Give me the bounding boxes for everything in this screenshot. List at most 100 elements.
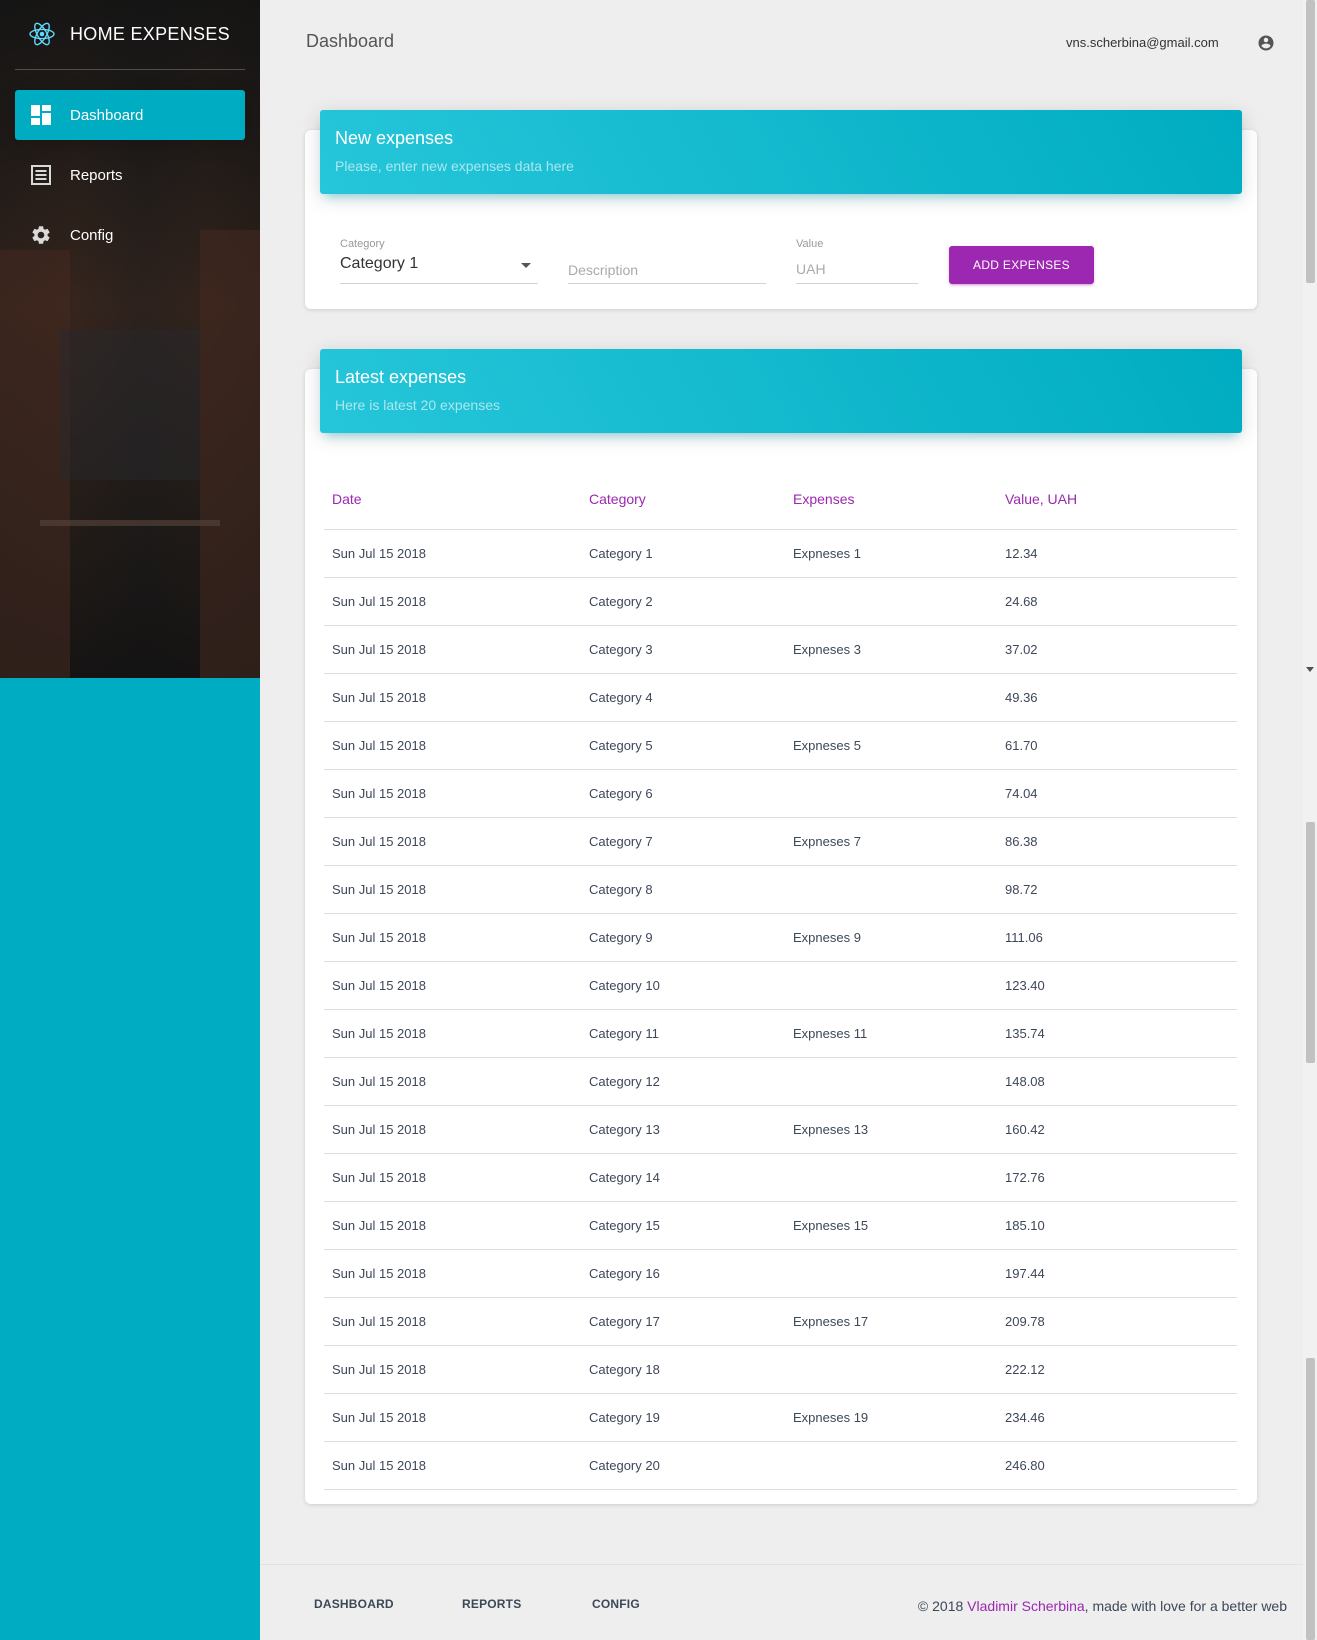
card-title: Latest expenses xyxy=(335,367,467,387)
table-row: Sun Jul 15 2018 Category 10 123.40 xyxy=(324,961,1237,1010)
cell-value: 24.68 xyxy=(997,577,1237,626)
cell-expenses: Expneses 19 xyxy=(785,1393,997,1442)
author-link[interactable]: Vladimir Scherbina xyxy=(967,1598,1085,1614)
field-underline xyxy=(340,283,538,284)
field-underline xyxy=(796,283,918,284)
cell-category: Category 8 xyxy=(581,865,785,914)
column-header-value[interactable]: Value, UAH xyxy=(997,470,1237,530)
cell-value: 148.08 xyxy=(997,1057,1237,1106)
add-expenses-button[interactable]: ADD EXPENSES xyxy=(949,246,1094,284)
cell-date: Sun Jul 15 2018 xyxy=(324,1441,581,1490)
sidebar: HOME EXPENSES Dashboard Reports Config xyxy=(0,0,260,1640)
cell-category: Category 12 xyxy=(581,1057,785,1106)
cell-value: 197.44 xyxy=(997,1249,1237,1298)
cell-value: 222.12 xyxy=(997,1345,1237,1394)
card-subtitle: Please, enter new expenses data here xyxy=(335,158,574,174)
cell-category: Category 10 xyxy=(581,961,785,1010)
cell-value: 172.76 xyxy=(997,1153,1237,1202)
cell-date: Sun Jul 15 2018 xyxy=(324,865,581,914)
sidebar-divider xyxy=(15,69,245,70)
table-row: Sun Jul 15 2018 Category 18 222.12 xyxy=(324,1345,1237,1394)
category-selected-value: Category 1 xyxy=(340,255,419,272)
cell-value: 246.80 xyxy=(997,1441,1237,1490)
cell-expenses xyxy=(785,1153,997,1202)
copyright-suffix: , made with love for a better web xyxy=(1084,1598,1287,1614)
sidebar-item-dashboard[interactable]: Dashboard xyxy=(15,90,245,140)
sidebar-item-label: Config xyxy=(70,226,114,244)
cell-category: Category 14 xyxy=(581,1153,785,1202)
cell-date: Sun Jul 15 2018 xyxy=(324,1105,581,1154)
copyright-prefix: © 2018 xyxy=(917,1598,968,1614)
table-row: Sun Jul 15 2018 Category 1 Expneses 1 12.34 xyxy=(324,529,1237,578)
copyright: © 2018 Vladimir Scherbina, made with lov… xyxy=(918,1598,1287,1614)
scrollbar-thumb[interactable] xyxy=(1306,1358,1315,1640)
footer-divider xyxy=(260,1564,1303,1565)
table-row: Sun Jul 15 2018 Category 3 Expneses 3 37.02 xyxy=(324,625,1237,674)
account-circle-icon[interactable] xyxy=(1257,34,1275,52)
cell-date: Sun Jul 15 2018 xyxy=(324,1153,581,1202)
value-input[interactable] xyxy=(796,258,918,280)
description-field xyxy=(568,238,766,284)
sidebar-item-config[interactable]: Config xyxy=(15,210,245,260)
table-row: Sun Jul 15 2018 Category 13 Expneses 13 160… xyxy=(324,1105,1237,1154)
cell-value: 37.02 xyxy=(997,625,1237,674)
column-header-category[interactable]: Category xyxy=(581,470,785,530)
cell-value: 185.10 xyxy=(997,1201,1237,1250)
cell-date: Sun Jul 15 2018 xyxy=(324,577,581,626)
cell-category: Category 6 xyxy=(581,769,785,818)
page-scrollbar[interactable] xyxy=(1303,0,1317,1640)
new-expenses-header: New expenses Please, enter new expenses … xyxy=(320,110,1242,194)
footer-link-dashboard[interactable]: DASHBOARD xyxy=(314,1597,394,1611)
cell-category: Category 19 xyxy=(581,1393,785,1442)
scrollbar-thumb[interactable] xyxy=(1306,0,1315,283)
card-title: New expenses xyxy=(335,128,454,148)
cell-expenses xyxy=(785,673,997,722)
app-logo[interactable]: HOME EXPENSES xyxy=(28,20,230,48)
cell-expenses xyxy=(785,769,997,818)
cell-date: Sun Jul 15 2018 xyxy=(324,625,581,674)
table-row: Sun Jul 15 2018 Category 5 Expneses 5 61.70 xyxy=(324,721,1237,770)
cell-value: 123.40 xyxy=(997,961,1237,1010)
cell-category: Category 15 xyxy=(581,1201,785,1250)
card-subtitle: Here is latest 20 expenses xyxy=(335,397,500,413)
cell-expenses: Expneses 7 xyxy=(785,817,997,866)
description-input[interactable] xyxy=(568,259,766,281)
footer-link-config[interactable]: CONFIG xyxy=(592,1597,640,1611)
cell-expenses: Expneses 3 xyxy=(785,625,997,674)
latest-expenses-header: Latest expenses Here is latest 20 expens… xyxy=(320,349,1242,433)
footer-link-reports[interactable]: REPORTS xyxy=(462,1597,521,1611)
cell-category: Category 5 xyxy=(581,721,785,770)
reports-icon xyxy=(30,164,52,186)
table-row: Sun Jul 15 2018 Category 11 Expneses 11 135… xyxy=(324,1009,1237,1058)
gear-icon xyxy=(30,224,52,246)
dashboard-icon xyxy=(30,104,52,126)
cell-value: 61.70 xyxy=(997,721,1237,770)
sidebar-item-reports[interactable]: Reports xyxy=(15,150,245,200)
cell-date: Sun Jul 15 2018 xyxy=(324,1345,581,1394)
app-title: HOME EXPENSES xyxy=(70,23,230,44)
table-row: Sun Jul 15 2018 Category 12 148.08 xyxy=(324,1057,1237,1106)
cell-category: Category 20 xyxy=(581,1441,785,1490)
cell-expenses: Expneses 13 xyxy=(785,1105,997,1154)
cell-value: 12.34 xyxy=(997,529,1237,578)
cell-value: 234.46 xyxy=(997,1393,1237,1442)
cell-value: 160.42 xyxy=(997,1105,1237,1154)
cell-category: Category 1 xyxy=(581,529,785,578)
cell-category: Category 4 xyxy=(581,673,785,722)
category-select[interactable]: Category Category 1 xyxy=(340,238,538,284)
cell-date: Sun Jul 15 2018 xyxy=(324,913,581,962)
cell-date: Sun Jul 15 2018 xyxy=(324,1057,581,1106)
cell-date: Sun Jul 15 2018 xyxy=(324,673,581,722)
column-header-expenses[interactable]: Expenses xyxy=(785,470,997,530)
table-row: Sun Jul 15 2018 Category 2 24.68 xyxy=(324,577,1237,626)
cell-expenses xyxy=(785,1249,997,1298)
table-row: Sun Jul 15 2018 Category 17 Expneses 17 209… xyxy=(324,1297,1237,1346)
chevron-down-icon xyxy=(521,263,531,268)
sidebar-item-label: Dashboard xyxy=(70,106,144,124)
scrollbar-thumb[interactable] xyxy=(1306,822,1315,1063)
cell-category: Category 3 xyxy=(581,625,785,674)
scroll-down-arrow-icon[interactable] xyxy=(1306,667,1314,672)
cell-date: Sun Jul 15 2018 xyxy=(324,1201,581,1250)
column-header-date[interactable]: Date xyxy=(324,470,581,530)
cell-category: Category 16 xyxy=(581,1249,785,1298)
